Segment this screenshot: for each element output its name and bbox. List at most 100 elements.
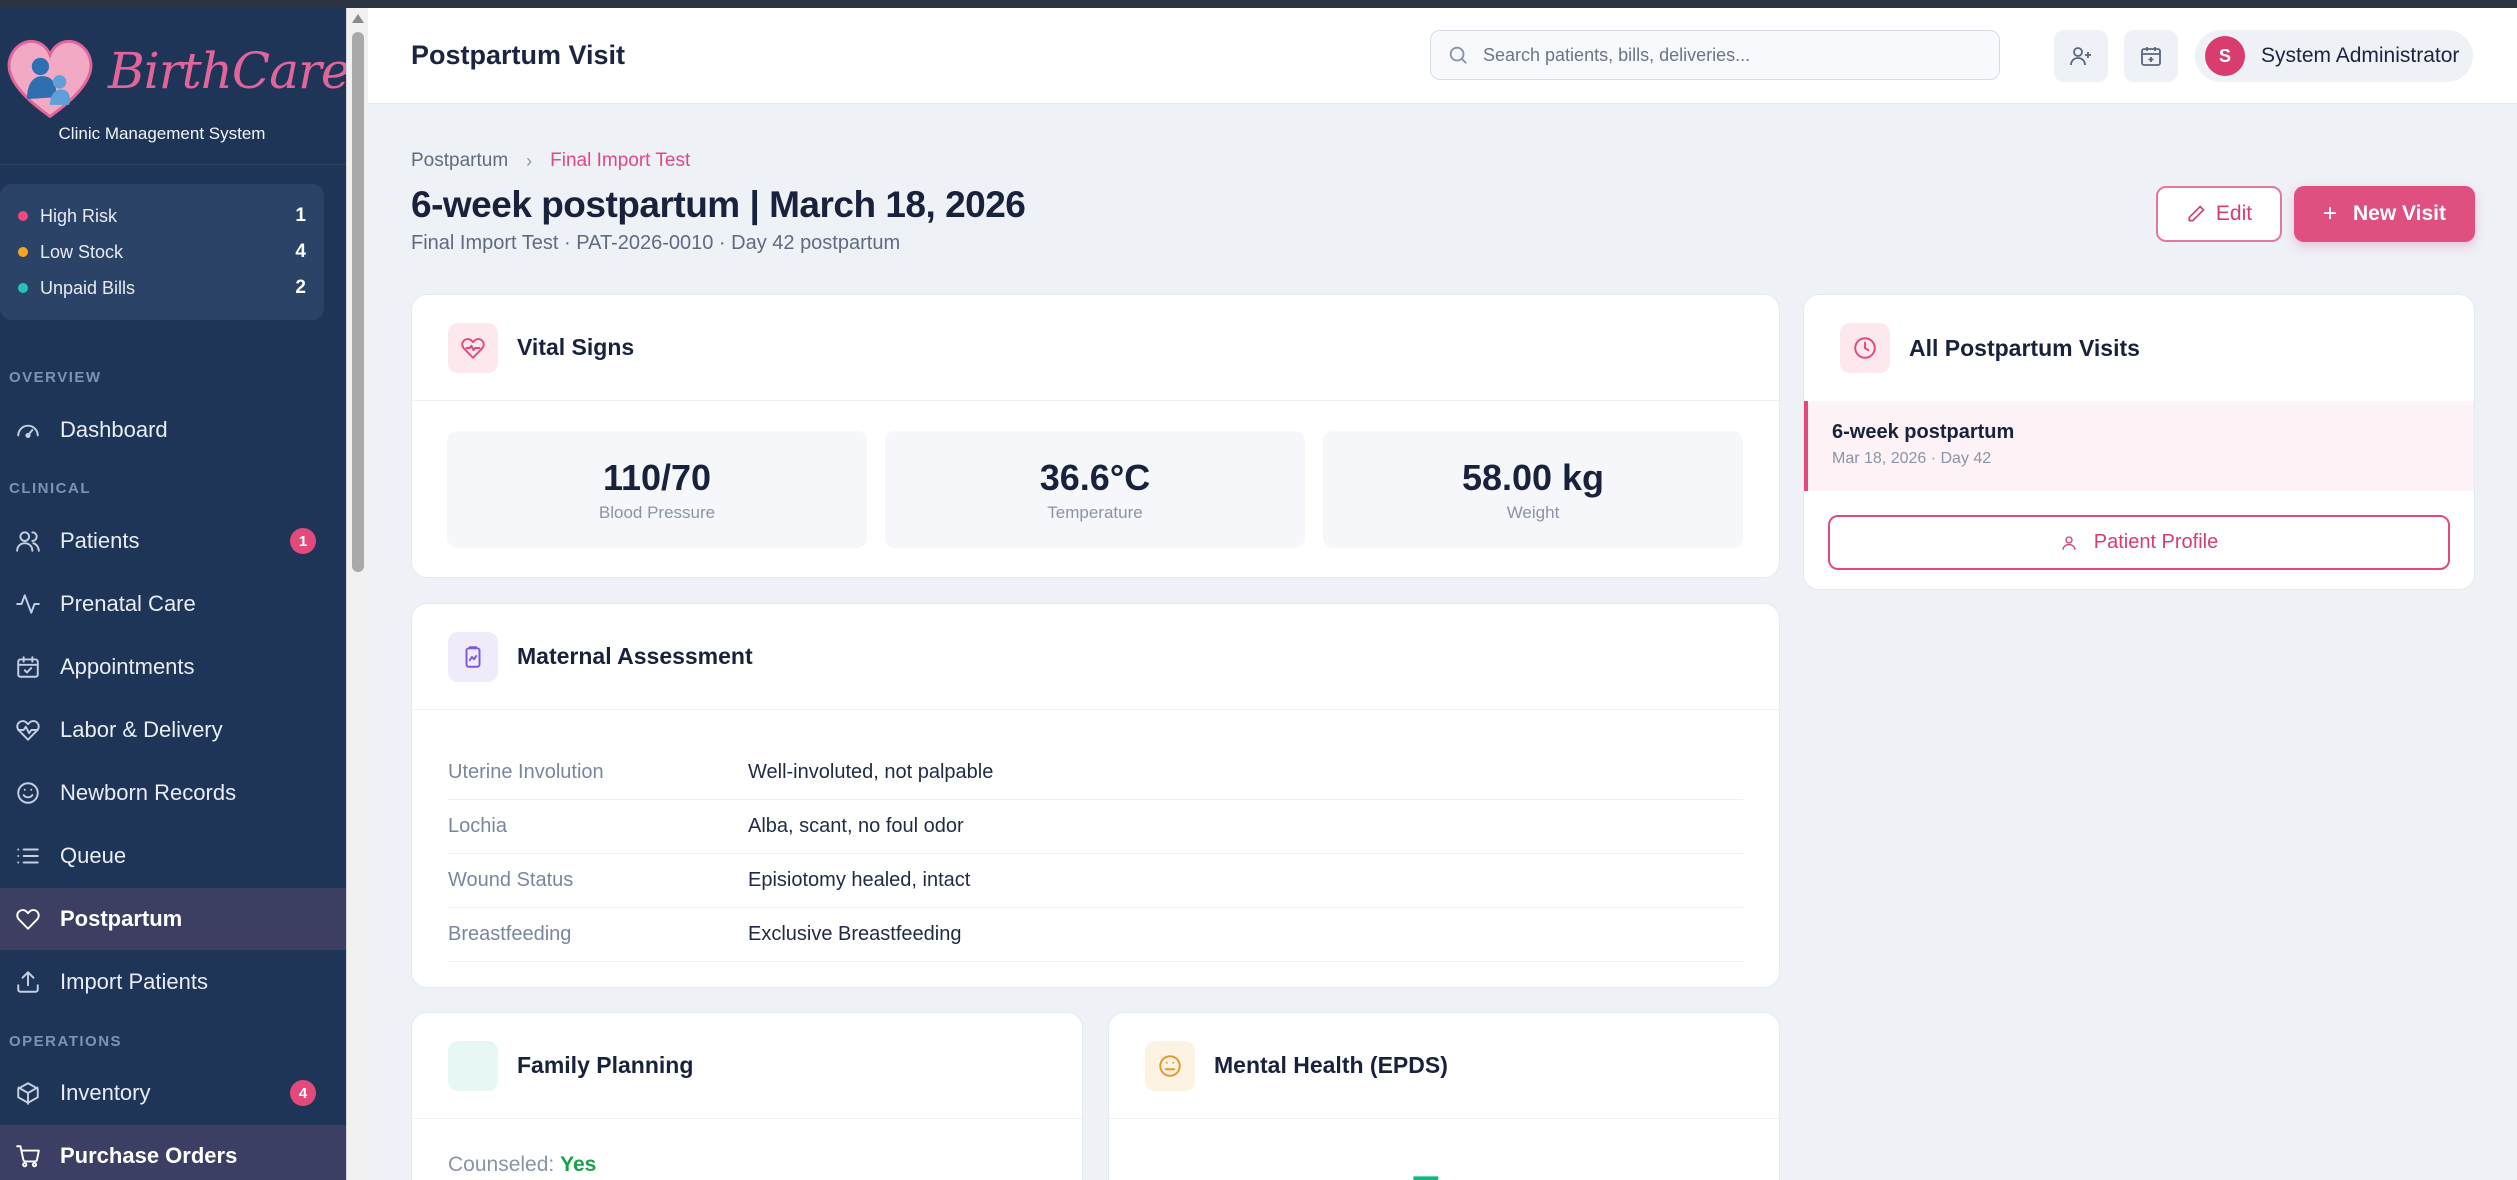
nav-section-overview: OVERVIEW bbox=[9, 369, 102, 386]
nav-section-operations: OPERATIONS bbox=[9, 1033, 123, 1050]
scroll-up-arrow-icon[interactable] bbox=[352, 14, 364, 23]
status-dot bbox=[18, 211, 28, 221]
card-title: Family Planning bbox=[517, 1052, 694, 1078]
sidebar-item-label: Patients bbox=[60, 528, 140, 553]
nav-section-clinical: CLINICAL bbox=[9, 480, 91, 497]
logo-area: BirthCare Clinic Management System bbox=[0, 8, 346, 165]
page-subtitle: Final Import Test · PAT-2026-0010 · Day … bbox=[411, 232, 901, 254]
vital-label: Weight bbox=[1506, 502, 1560, 522]
assessment-key: Breastfeeding bbox=[448, 923, 572, 945]
scroll-thumb[interactable] bbox=[352, 32, 364, 572]
sidebar-item-dashboard[interactable]: Dashboard bbox=[0, 399, 346, 461]
sidebar-item-label: Purchase Orders bbox=[60, 1143, 238, 1168]
sidebar-item-inventory[interactable]: Inventory 4 bbox=[0, 1062, 346, 1124]
page-title: 6-week postpartum | March 18, 2026 bbox=[411, 184, 1026, 225]
new-appointment-button[interactable] bbox=[2124, 30, 2178, 82]
breadcrumb-postpartum-link[interactable]: Postpartum bbox=[411, 150, 508, 172]
vital-value: 36.6°C bbox=[1039, 456, 1151, 498]
vital-label: Blood Pressure bbox=[598, 502, 716, 522]
new-visit-button[interactable]: + New Visit bbox=[2294, 186, 2475, 242]
sidebar-item-label: Appointments bbox=[60, 654, 195, 679]
card-header: Mental Health (EPDS) bbox=[1109, 1013, 1779, 1119]
sidebar-item-queue[interactable]: Queue bbox=[0, 825, 346, 887]
sidebar-item-prenatal-care[interactable]: Prenatal Care bbox=[0, 573, 346, 635]
alert-count: 2 bbox=[295, 277, 306, 298]
assessment-key: Lochia bbox=[448, 815, 507, 837]
alert-count: 1 bbox=[295, 205, 306, 226]
cart-icon bbox=[14, 1142, 42, 1170]
vital-value: 58.00 kg bbox=[1461, 456, 1605, 498]
upload-icon bbox=[14, 968, 42, 996]
vital-value: 110/70 bbox=[602, 456, 712, 498]
patient-profile-button[interactable]: Patient Profile bbox=[1828, 515, 2450, 570]
user-icon bbox=[2062, 535, 2076, 550]
user-plus-icon bbox=[2070, 47, 2091, 66]
user-menu[interactable]: S System Administrator bbox=[2195, 30, 2473, 82]
sidebar-item-patients[interactable]: Patients 1 bbox=[0, 510, 346, 572]
all-visits-card: All Postpartum Visits 6-week postpartum … bbox=[1803, 294, 2475, 590]
status-dot bbox=[18, 247, 28, 257]
edit-button[interactable]: Edit bbox=[2156, 186, 2282, 242]
smile-icon bbox=[1145, 1040, 1195, 1091]
card-title: Maternal Assessment bbox=[517, 643, 753, 669]
card-header: Family Planning bbox=[412, 1013, 1082, 1119]
users-icon bbox=[14, 527, 42, 555]
chevron-right-icon: › bbox=[526, 150, 533, 171]
birthcare-logo-icon bbox=[7, 40, 93, 119]
new-visit-label: New Visit bbox=[2353, 202, 2446, 225]
alerts-panel: High Risk 1 Low Stock 4 Unpaid Bills 2 bbox=[0, 184, 324, 320]
sidebar-item-purchase-orders[interactable]: Purchase Orders bbox=[0, 1125, 346, 1180]
sidebar-item-label: Postpartum bbox=[60, 906, 183, 931]
activity-icon bbox=[14, 590, 42, 618]
counseled-label: Counseled: bbox=[448, 1153, 555, 1176]
alert-label: Unpaid Bills bbox=[40, 277, 136, 298]
breadcrumb-current: Final Import Test bbox=[550, 150, 691, 171]
heart-icon bbox=[14, 905, 42, 933]
visit-name: 6-week postpartum bbox=[1832, 421, 2015, 443]
avatar: S bbox=[2205, 36, 2245, 76]
plus-icon: + bbox=[2323, 200, 2338, 227]
visit-meta: Mar 18, 2026 · Day 42 bbox=[1832, 450, 1992, 467]
sidebar-item-labor-delivery[interactable]: Labor & Delivery bbox=[0, 699, 346, 761]
app-subtitle: Clinic Management System bbox=[58, 124, 266, 143]
alert-label: High Risk bbox=[40, 205, 118, 226]
status-dot bbox=[18, 283, 28, 293]
card-title: All Postpartum Visits bbox=[1909, 334, 2140, 361]
gauge-icon bbox=[14, 416, 42, 444]
card-header: All Postpartum Visits bbox=[1804, 295, 2474, 401]
assessment-row: Lochia Alba, scant, no foul odor bbox=[448, 800, 1743, 854]
user-name: System Administrator bbox=[2261, 44, 2460, 67]
counseled-row: Counseled: Yes bbox=[448, 1153, 596, 1177]
vital-temperature: 36.6°C Temperature bbox=[885, 431, 1305, 548]
sidebar-item-label: Inventory bbox=[60, 1080, 151, 1105]
add-patient-button[interactable] bbox=[2054, 30, 2108, 82]
alert-unpaid-bills[interactable]: Unpaid Bills 2 bbox=[18, 270, 306, 306]
alert-low-stock[interactable]: Low Stock 4 bbox=[18, 234, 306, 270]
epds-score: 5 bbox=[1409, 1163, 1442, 1180]
search-input[interactable] bbox=[1483, 44, 1983, 66]
vitals-row: 110/70 Blood Pressure 36.6°C Temperature… bbox=[412, 401, 1779, 548]
sidebar-item-label: Queue bbox=[60, 843, 127, 868]
visit-list-item[interactable]: 6-week postpartum Mar 18, 2026 · Day 42 bbox=[1804, 401, 2474, 491]
mental-health-card: Mental Health (EPDS) 5 bbox=[1108, 1012, 1780, 1180]
assessment-list: Uterine Involution Well-involuted, not p… bbox=[412, 710, 1779, 962]
sidebar-item-appointments[interactable]: Appointments bbox=[0, 636, 346, 698]
sidebar-item-postpartum[interactable]: Postpartum bbox=[0, 888, 346, 950]
sidebar-scrollbar[interactable] bbox=[346, 8, 368, 1180]
sidebar-item-import-patients[interactable]: Import Patients bbox=[0, 951, 346, 1013]
sidebar: BirthCare Clinic Management System High … bbox=[0, 8, 346, 1180]
assessment-value: Episiotomy healed, intact bbox=[748, 869, 971, 891]
assessment-value: Well-involuted, not palpable bbox=[748, 761, 994, 783]
pencil-icon bbox=[2188, 205, 2205, 222]
patients-badge: 1 bbox=[290, 528, 316, 554]
vital-signs-card: Vital Signs 110/70 Blood Pressure 36.6°C… bbox=[411, 294, 1780, 578]
heart-pulse-icon bbox=[14, 716, 42, 744]
search-box[interactable] bbox=[1430, 30, 2000, 80]
maternal-assessment-card: Maternal Assessment Uterine Involution W… bbox=[411, 603, 1780, 988]
alert-high-risk[interactable]: High Risk 1 bbox=[18, 198, 306, 234]
assessment-value: Exclusive Breastfeeding bbox=[748, 923, 962, 945]
sidebar-item-newborn-records[interactable]: Newborn Records bbox=[0, 762, 346, 824]
sidebar-item-label: Import Patients bbox=[60, 969, 208, 994]
smile-icon bbox=[14, 779, 42, 807]
counseled-value: Yes bbox=[560, 1153, 597, 1176]
